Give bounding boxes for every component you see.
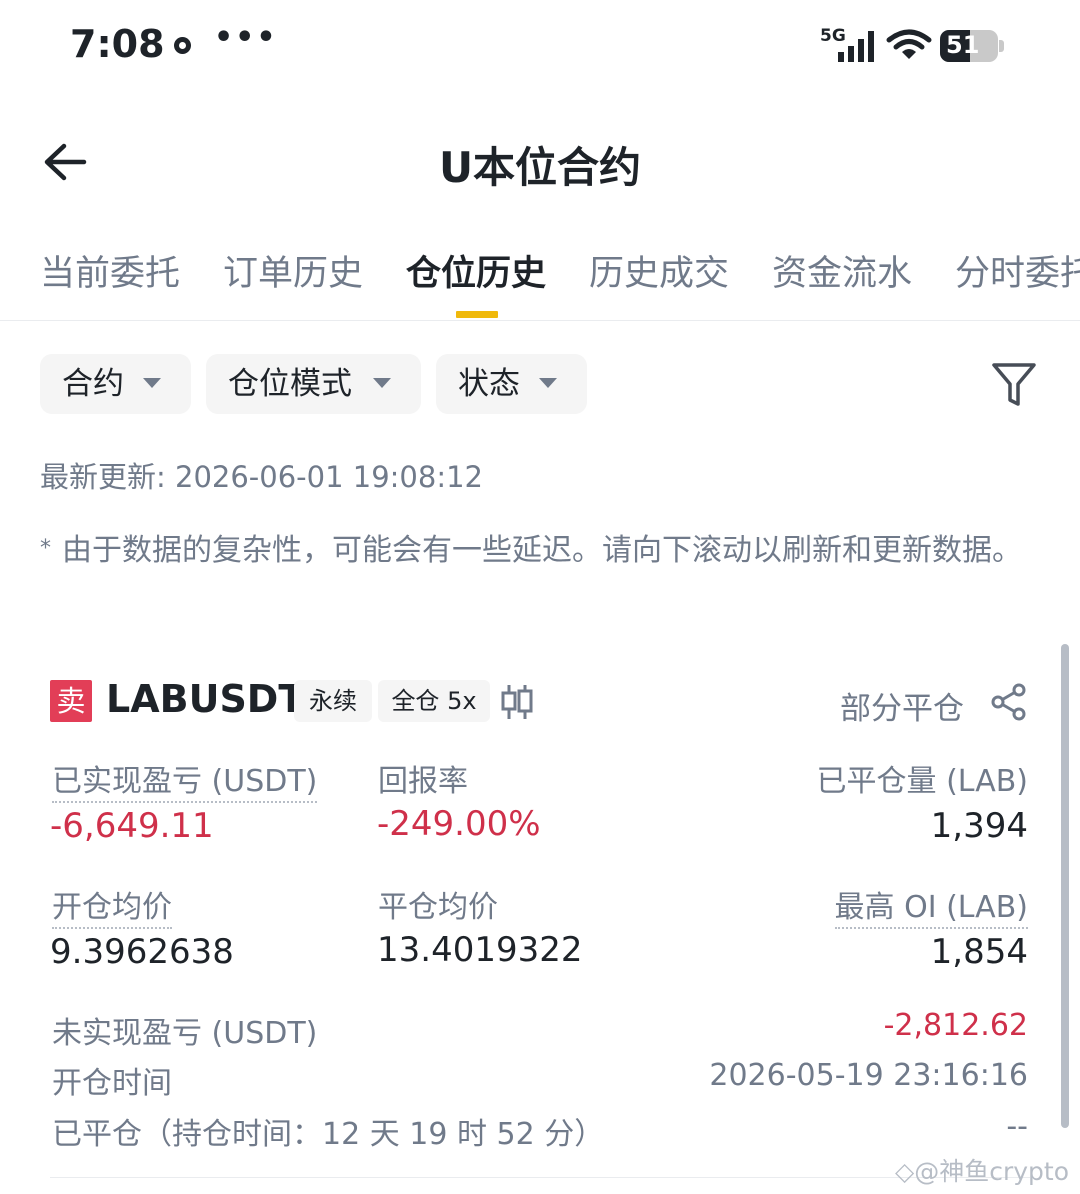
filter-position-mode-dropdown[interactable]: 仓位模式 (206, 354, 421, 414)
roi-label: 回报率 (378, 764, 468, 799)
closed-duration-value: -- (1006, 1109, 1028, 1144)
chevron-down-icon (539, 378, 557, 388)
status-time: 7:08 (70, 22, 165, 66)
active-tab-indicator (456, 311, 498, 318)
open-time-label: 开仓时间 (52, 1066, 172, 1101)
card-divider (50, 1177, 1030, 1178)
open-time-value: 2026-05-19 23:16:16 (709, 1058, 1028, 1093)
closed-qty-value: 1,394 (930, 806, 1028, 846)
position-symbol[interactable]: LABUSDT (106, 677, 304, 721)
contract-type-tag: 永续 (294, 680, 372, 722)
tab-twap-orders[interactable]: 分时委托 (955, 245, 1080, 296)
realized-pnl-value: -6,649.11 (50, 806, 214, 846)
wifi-icon (886, 29, 932, 59)
tab-open-orders[interactable]: 当前委托 (40, 245, 180, 296)
tab-bar: 当前委托 订单历史 仓位历史 历史成交 资金流水 分时委托 (0, 245, 1080, 321)
notice-asterisk: * (40, 536, 51, 561)
page-title: U本位合约 (438, 143, 642, 192)
side-badge-sell: 卖 (50, 680, 92, 722)
close-price-label: 平仓均价 (378, 890, 498, 925)
entry-price-label[interactable]: 开仓均价 (52, 882, 172, 929)
unrealized-pnl-label: 未实现盈亏 (USDT) (52, 1016, 318, 1051)
battery-icon: 51 (940, 30, 1004, 62)
filter-status-label: 状态 (458, 366, 520, 402)
max-oi-label[interactable]: 最高 OI (LAB) (834, 882, 1028, 929)
entry-price-value: 9.3962638 (50, 932, 234, 972)
filter-contract-label: 合约 (62, 366, 124, 402)
close-type-label: 部分平仓 (840, 691, 964, 727)
tab-order-history[interactable]: 订单历史 (223, 245, 363, 296)
tab-transaction-history[interactable]: 资金流水 (772, 245, 912, 296)
watermark: ◇@神鱼crypto (895, 1157, 1070, 1186)
last-updated-text: 最新更新: 2026-06-01 19:08:12 (40, 460, 483, 494)
chevron-down-icon (373, 378, 391, 388)
signal-icon (838, 31, 874, 62)
closed-duration-label: 已平仓（持仓时间：12 天 19 时 52 分） (52, 1117, 605, 1152)
chevron-down-icon (143, 378, 161, 388)
margin-leverage-tag: 全仓 5x (378, 680, 490, 722)
filter-status-dropdown[interactable]: 状态 (436, 354, 587, 414)
more-notifications-icon: ••• (214, 20, 278, 55)
delay-notice: 由于数据的复杂性，可能会有一些延迟。请向下滚动以刷新和更新数据。 (62, 533, 1022, 568)
notification-dot-icon (174, 37, 191, 54)
filter-position-mode-label: 仓位模式 (228, 366, 352, 402)
candlestick-chart-icon[interactable] (500, 683, 534, 721)
tab-trade-history[interactable]: 历史成交 (589, 245, 729, 296)
share-icon[interactable] (990, 683, 1028, 721)
roi-value: -249.00% (377, 804, 541, 844)
unrealized-pnl-value: -2,812.62 (883, 1008, 1028, 1043)
status-bar: 7:08 ••• 5G 51 (0, 0, 1080, 90)
filter-contract-dropdown[interactable]: 合约 (40, 354, 191, 414)
realized-pnl-label[interactable]: 已实现盈亏 (USDT) (52, 756, 318, 803)
tab-position-history[interactable]: 仓位历史 (406, 245, 546, 296)
closed-qty-label: 已平仓量 (LAB) (816, 764, 1028, 799)
close-price-value: 13.4019322 (377, 930, 583, 970)
max-oi-value: 1,854 (930, 932, 1028, 972)
scrollbar[interactable] (1061, 644, 1069, 1128)
battery-percent: 51 (946, 31, 980, 59)
filter-funnel-icon[interactable] (990, 360, 1038, 410)
